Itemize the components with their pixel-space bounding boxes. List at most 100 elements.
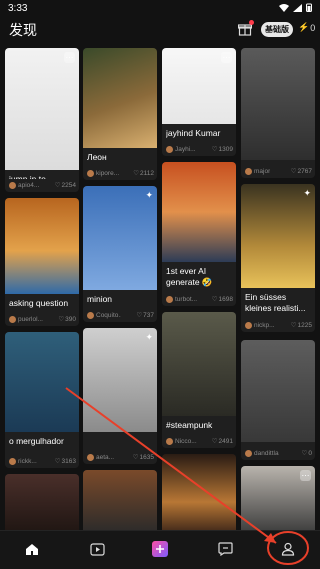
feed-card[interactable]: ⋯ [241, 466, 315, 534]
heart-icon: ♡ [132, 454, 139, 461]
card-image[interactable] [162, 312, 236, 416]
card-image[interactable] [5, 198, 79, 294]
more-icon[interactable]: ⋯ [300, 470, 311, 481]
avatar [245, 449, 252, 457]
card-meta: aeta... ♡ 1635 [87, 453, 154, 461]
card-title: #steampunk [166, 420, 213, 430]
avatar [9, 181, 16, 189]
card-author[interactable]: aeta... [87, 453, 114, 461]
nav-profile[interactable] [278, 539, 298, 559]
nav-messages[interactable] [215, 539, 235, 559]
card-image[interactable] [241, 340, 315, 442]
card-meta: major ♡ 2767 [245, 167, 312, 175]
card-author[interactable]: Jayhi... [166, 145, 196, 153]
card-image[interactable] [83, 186, 157, 290]
feed-card[interactable] [162, 454, 236, 534]
feed-card[interactable]: ⋯ jump in to summer swim... apio4... ♡2254 [5, 48, 79, 192]
avatar [245, 167, 252, 175]
header: 发现 基础版 ⚡ 0 [0, 16, 320, 44]
card-likes[interactable]: ♡ 0 [302, 449, 312, 458]
card-likes[interactable]: ♡ 1635 [132, 453, 154, 462]
likes-count: 1698 [218, 295, 233, 303]
card-image[interactable] [162, 454, 236, 534]
card-image[interactable] [162, 162, 236, 262]
feed-card[interactable]: #steampunk Nicco... ♡ 2491 [162, 312, 236, 448]
card-author[interactable]: Nicco... [166, 437, 197, 445]
card-likes[interactable]: ♡ 1698 [212, 295, 233, 304]
feed-card[interactable] [5, 474, 79, 534]
battery-icon [306, 3, 312, 12]
card-likes[interactable]: ♡ 1225 [290, 321, 312, 330]
card-author[interactable]: Coquito... [87, 311, 121, 319]
card-title: my family [245, 446, 313, 447]
card-likes[interactable]: ♡ 390 [58, 315, 76, 324]
feed-card[interactable]: ✦ aeta... ♡ 1635 [83, 328, 157, 464]
card-author[interactable]: puerlol... [9, 315, 43, 323]
card-likes[interactable]: ♡ 2254 [55, 181, 76, 190]
card-author[interactable]: kipore... [87, 169, 119, 177]
feed-card[interactable]: Леон kipore... ♡ 2112 [83, 48, 157, 180]
card-image[interactable] [5, 474, 79, 534]
card-image[interactable] [5, 48, 79, 170]
card-title: asking question [9, 298, 69, 308]
signal-icon [293, 3, 302, 12]
card-image[interactable] [83, 48, 157, 148]
card-image[interactable] [83, 328, 157, 432]
create-plus-icon [152, 541, 168, 557]
heart-icon: ♡ [211, 438, 218, 445]
author-name: Nicco... [175, 437, 197, 445]
nav-create[interactable] [150, 539, 170, 559]
nav-home[interactable] [22, 539, 42, 559]
credits-indicator[interactable]: ⚡ 0 [298, 22, 315, 33]
status-bar: 3:33 [0, 0, 320, 16]
card-meta: apio4... ♡ 2254 [9, 181, 76, 189]
card-image[interactable] [83, 470, 157, 534]
feed-card[interactable]: asking question puerlol... ♡ 390 [5, 198, 79, 326]
author-name: dandittla [254, 449, 279, 457]
feed-card[interactable]: my family dandittla ♡0 [241, 340, 315, 460]
notification-dot [249, 20, 254, 25]
author-name: apio4... [18, 181, 40, 189]
plan-badge[interactable]: 基础版 [261, 22, 293, 37]
card-likes[interactable]: ♡ 3163 [55, 457, 76, 466]
card-likes[interactable]: ♡ 1309 [211, 145, 233, 154]
feed-card[interactable]: ⋯ jayhind Kumar Jayhi... ♡ 1309 [162, 48, 236, 156]
card-author[interactable]: turbot... [166, 295, 198, 303]
status-time: 3:33 [8, 3, 28, 14]
heart-icon: ♡ [290, 168, 297, 175]
card-author[interactable]: dandittla [245, 449, 279, 457]
card-likes[interactable]: ♡ 2112 [133, 169, 154, 178]
author-name: turbot... [175, 295, 198, 303]
card-author[interactable]: apio4... [9, 181, 40, 189]
card-likes[interactable]: ♡ 737 [136, 311, 154, 320]
feed-card[interactable]: 1st ever AI generate 🤣 turbot... ♡ 1698 [162, 162, 236, 306]
card-likes[interactable]: ♡ 2491 [211, 437, 233, 446]
card-image[interactable] [241, 48, 315, 160]
feed-card[interactable]: ✦ Ein süsses kleines realisti... nickp... ♡… [241, 184, 315, 332]
gift-icon[interactable] [237, 20, 254, 36]
feed-card[interactable]: o mergulhador rickk... ♡ 3163 [5, 332, 79, 468]
card-author[interactable]: nickp... [245, 321, 275, 329]
heart-icon: ♡ [136, 312, 143, 319]
nav-video[interactable] [87, 539, 107, 559]
heart-icon: ♡ [58, 316, 65, 323]
feed-card[interactable]: ✦ minion Coquito... ♡737 [83, 186, 157, 322]
more-icon[interactable]: ⋯ [64, 52, 75, 63]
avatar [245, 321, 252, 329]
heart-icon: ♡ [211, 146, 218, 153]
likes-count: 3163 [61, 457, 76, 465]
card-likes[interactable]: ♡ 2767 [290, 167, 312, 176]
likes-count: 2767 [297, 167, 312, 175]
card-author[interactable]: major [245, 167, 270, 175]
avatar [166, 145, 173, 153]
heart-icon: ♡ [290, 322, 297, 329]
feed-card[interactable] [83, 470, 157, 534]
card-image[interactable] [241, 184, 315, 288]
wifi-icon [279, 3, 289, 12]
feed-card[interactable]: oreo the dragon major ♡2767 [241, 48, 315, 178]
card-author[interactable]: rickk... [9, 457, 37, 465]
avatar [9, 457, 16, 465]
likes-count: 737 [143, 311, 154, 319]
more-icon[interactable]: ⋯ [221, 52, 232, 63]
card-image[interactable] [5, 332, 79, 432]
